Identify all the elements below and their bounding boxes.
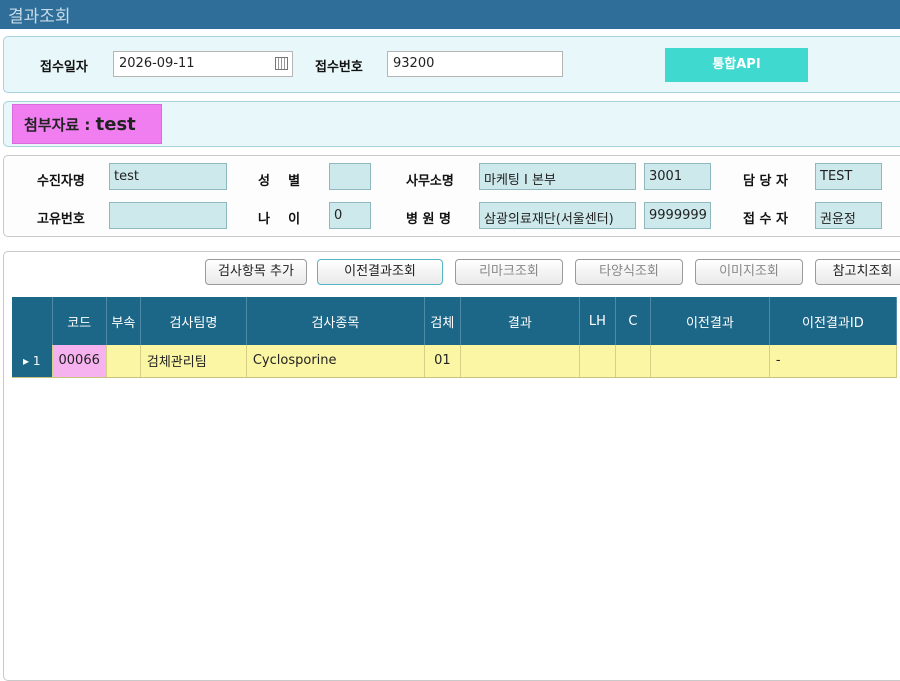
attachment-badge: 첨부자료 : test (12, 104, 162, 144)
receiver-field[interactable]: 권윤정 (815, 202, 882, 229)
cell-prev-result[interactable] (650, 345, 770, 378)
image-button[interactable]: 이미지조회 (695, 259, 803, 285)
receipt-no-value: 93200 (393, 56, 435, 71)
manager-label: 담 당 자 (743, 174, 788, 189)
hospital-label: 병 원 명 (406, 212, 451, 227)
office-code-field[interactable]: 3001 (644, 163, 711, 190)
cell-prev-result-id[interactable]: - (769, 345, 897, 378)
add-test-item-button[interactable]: 검사항목 추가 (205, 259, 307, 285)
unique-id-field[interactable] (109, 202, 227, 229)
receipt-no-label: 접수번호 (315, 60, 363, 75)
row-number[interactable]: ▸ 1 (12, 345, 53, 378)
title-bar: 결과조회 (0, 0, 900, 29)
name-label: 수진자명 (37, 174, 85, 189)
col-code[interactable]: 코드 (52, 297, 107, 345)
integrated-api-button[interactable]: 통합API (665, 48, 808, 82)
receiver-label: 접 수 자 (743, 212, 788, 227)
col-prev-result[interactable]: 이전결과 (650, 297, 770, 345)
reference-button[interactable]: 참고치조회 (815, 259, 900, 285)
name-field[interactable]: test (109, 163, 227, 190)
cell-team[interactable]: 검체관리팀 (140, 345, 247, 378)
sex-field[interactable] (329, 163, 371, 190)
office-field[interactable]: 마케팅 I 본부 (479, 163, 636, 190)
results-grid: 코드 부속 검사팀명 검사종목 검체 결과 LH C 이전결과 이전결과ID ▸… (12, 297, 897, 378)
remark-button[interactable]: 리마크조회 (455, 259, 563, 285)
cell-c[interactable] (615, 345, 651, 378)
cell-result[interactable] (460, 345, 580, 378)
age-field[interactable]: 0 (329, 202, 371, 229)
calendar-icon[interactable] (275, 57, 288, 70)
hospital-code-field[interactable]: 9999999 (644, 202, 711, 229)
manager-field[interactable]: TEST (815, 163, 882, 190)
cell-code[interactable]: 00066 (52, 345, 107, 378)
col-lh[interactable]: LH (579, 297, 616, 345)
col-prev-result-id[interactable]: 이전결과ID (769, 297, 897, 345)
cell-lh[interactable] (579, 345, 616, 378)
attachment-value: test (95, 114, 136, 135)
office-label: 사무소명 (406, 174, 454, 189)
previous-result-button[interactable]: 이전결과조회 (317, 259, 443, 285)
col-result[interactable]: 결과 (460, 297, 580, 345)
cell-specimen[interactable]: 01 (424, 345, 461, 378)
receipt-date-field[interactable]: 2026-09-11 (113, 51, 293, 77)
age-label: 나 이 (258, 212, 301, 227)
cell-item[interactable]: Cyclosporine (246, 345, 425, 378)
col-c[interactable]: C (615, 297, 651, 345)
hospital-field[interactable]: 삼광의료재단(서울센터) (479, 202, 636, 229)
receipt-date-value: 2026-09-11 (119, 56, 195, 71)
cell-sub[interactable] (106, 345, 141, 378)
window-title: 결과조회 (8, 7, 71, 27)
row-pointer-icon: ▸ (23, 353, 33, 368)
col-sub[interactable]: 부속 (106, 297, 141, 345)
unique-id-label: 고유번호 (37, 212, 85, 227)
table-row[interactable]: ▸ 1 00066 검체관리팀 Cyclosporine 01 - (12, 345, 897, 378)
sex-label: 성 별 (258, 174, 301, 189)
col-specimen[interactable]: 검체 (424, 297, 461, 345)
receipt-no-field[interactable]: 93200 (387, 51, 563, 77)
col-team[interactable]: 검사팀명 (140, 297, 247, 345)
col-item[interactable]: 검사종목 (246, 297, 425, 345)
grid-header-row: 코드 부속 검사팀명 검사종목 검체 결과 LH C 이전결과 이전결과ID (12, 297, 897, 345)
attachment-label: 첨부자료 : (24, 116, 96, 134)
receipt-date-label: 접수일자 (40, 60, 88, 75)
row-header-corner (12, 297, 53, 345)
other-format-button[interactable]: 타양식조회 (575, 259, 683, 285)
